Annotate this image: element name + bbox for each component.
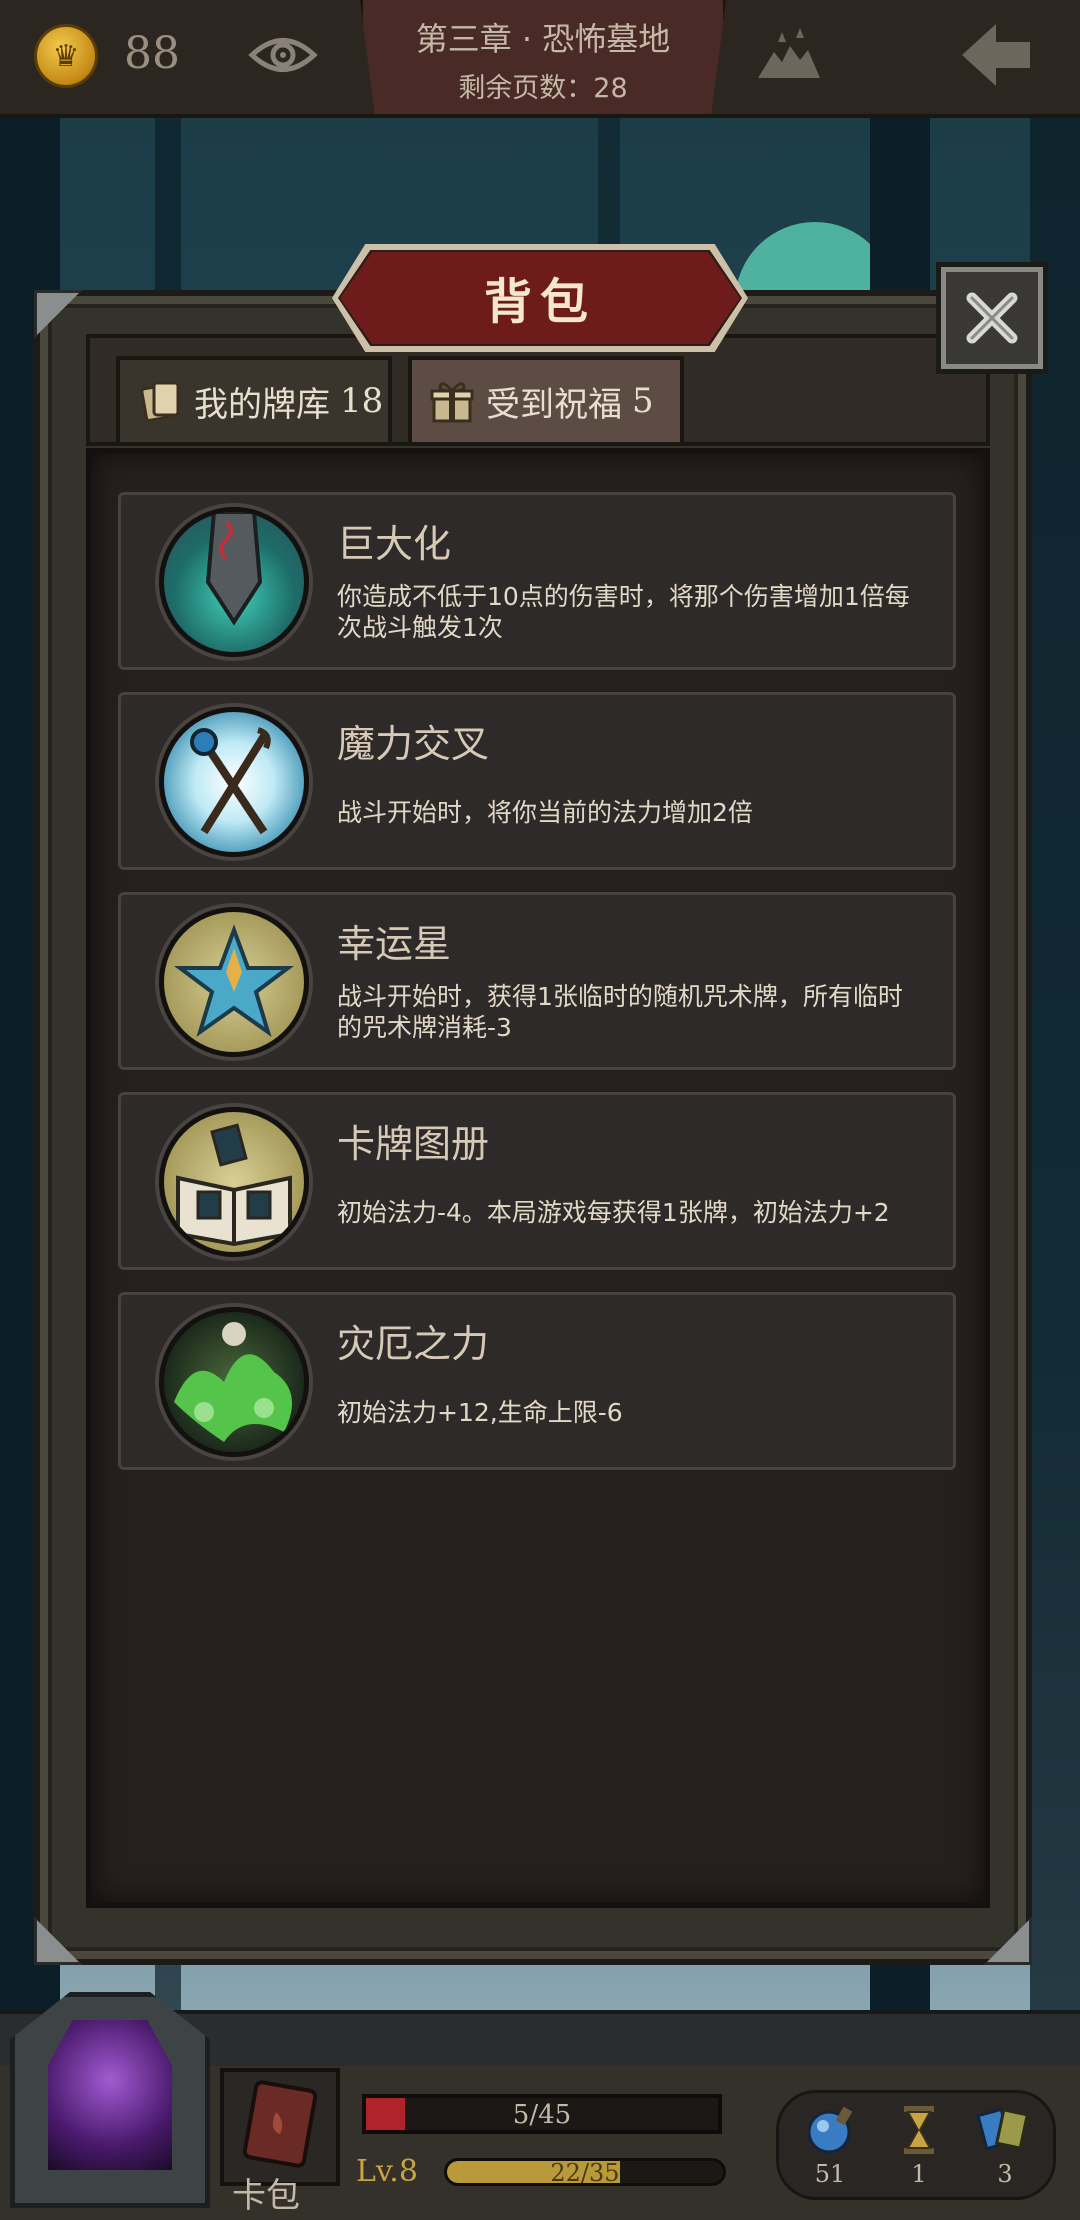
star-icon [159, 907, 309, 1057]
cards-icon [976, 2107, 1030, 2151]
calamity-skull-icon [159, 1307, 309, 1457]
back-arrow-icon[interactable] [956, 20, 1036, 90]
tab-count: 18 [340, 381, 384, 421]
blessing-name: 魔力交叉 [337, 722, 490, 766]
resource-value: 51 [814, 2160, 846, 2188]
hp-bar: 5/45 [362, 2094, 722, 2134]
close-button[interactable] [936, 262, 1048, 374]
card-book-icon [159, 1107, 309, 1257]
card-bag-label: 卡包 [232, 2176, 300, 2216]
resource-value: 1 [911, 2160, 927, 2188]
blessing-description: 你造成不低于10点的伤害时，将那个伤害增加1倍每次战斗触发1次 [337, 582, 910, 642]
chapter-title: 第三章 · 恐怖墓地 [415, 20, 671, 58]
tab-label: 受到祝福 [486, 384, 622, 425]
blessing-item[interactable]: 巨大化 你造成不低于10点的伤害时，将那个伤害增加1倍每次战斗触发1次 [118, 492, 956, 670]
blessing-item[interactable]: 灾厄之力 初始法力+12,生命上限-6 [118, 1292, 956, 1470]
tab-my-deck[interactable]: 我的牌库 18 [116, 356, 392, 446]
xp-text: 22/35 [550, 2159, 620, 2186]
blessing-description: 战斗开始时，获得1张临时的随机咒术牌，所有临时的咒术牌消耗-3 [337, 982, 903, 1042]
xp-bar: 22/35 [444, 2158, 726, 2186]
panel-title: 背包 [483, 274, 596, 330]
hourglass-icon [904, 2106, 934, 2154]
resource-value: 3 [997, 2160, 1013, 2188]
blessing-name: 巨大化 [337, 522, 452, 566]
card-icon [140, 381, 180, 422]
close-icon [966, 292, 1018, 344]
gift-icon [430, 382, 474, 423]
tab-blessings[interactable]: 受到祝福 5 [408, 356, 684, 446]
character-portrait[interactable] [48, 2020, 172, 2170]
tab-label: 我的牌库 [194, 384, 330, 425]
blessing-name: 卡牌图册 [337, 1122, 490, 1166]
blessing-name: 幸运星 [337, 922, 452, 966]
level-label: Lv.8 [356, 2154, 418, 2189]
card-bag-icon [242, 2080, 318, 2168]
coin-count: 88 [124, 28, 180, 79]
giant-sword-icon [159, 507, 309, 657]
chapter-banner: 第三章 · 恐怖墓地 剩余页数：28 [360, 0, 726, 114]
blessing-item[interactable]: 幸运星 战斗开始时，获得1张临时的随机咒术牌，所有临时的咒术牌消耗-3 [118, 892, 956, 1070]
blessing-item[interactable]: 魔力交叉 战斗开始时，将你当前的法力增加2倍 [118, 692, 956, 870]
blessing-item[interactable]: 卡牌图册 初始法力-4。本局游戏每获得1张牌，初始法力+2 [118, 1092, 956, 1270]
crossed-staffs-icon [159, 707, 309, 857]
tree-trunk [1030, 110, 1080, 2110]
hp-text: 5/45 [512, 2100, 572, 2130]
blessing-description: 初始法力-4。本局游戏每获得1张牌，初始法力+2 [337, 1198, 890, 1227]
blessing-name: 灾厄之力 [337, 1322, 490, 1366]
pages-remaining: 剩余页数：28 [458, 73, 628, 104]
resource-potion[interactable]: 51 [795, 2102, 865, 2188]
eye-icon[interactable] [248, 30, 318, 80]
tab-count: 5 [632, 381, 654, 421]
resource-cards[interactable]: 3 [970, 2102, 1040, 2188]
top-bar: ♛ 88 第三章 · 恐怖墓地 剩余页数：28 [0, 0, 1080, 118]
blessing-description: 战斗开始时，将你当前的法力增加2倍 [337, 798, 753, 827]
blessing-description: 初始法力+12,生命上限-6 [337, 1398, 623, 1427]
campfire-icon[interactable] [752, 24, 824, 84]
crown-coin-icon: ♛ [34, 24, 98, 88]
resource-hourglass[interactable]: 1 [884, 2102, 954, 2188]
blue-orb-icon [807, 2106, 853, 2154]
